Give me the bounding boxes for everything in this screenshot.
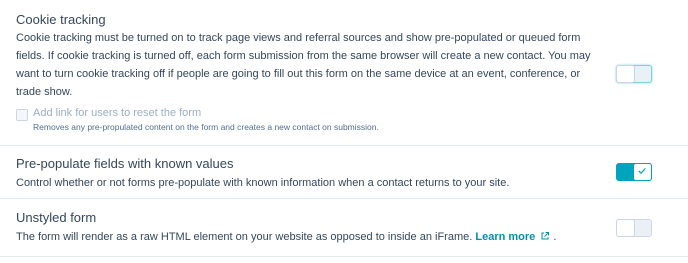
unstyled-form-description-end: . <box>553 231 557 243</box>
toggle-knob <box>617 220 634 236</box>
external-link-icon[interactable] <box>540 231 550 241</box>
learn-more-link[interactable]: Learn more <box>475 231 553 243</box>
unstyled-form-toggle[interactable] <box>616 219 652 237</box>
reset-link-help-text: Removes any pre-propulated content on th… <box>33 122 379 132</box>
unstyled-form-description: The form will render as a raw HTML eleme… <box>16 228 556 246</box>
prepopulate-title: Pre-populate fields with known values <box>16 156 234 171</box>
check-icon <box>638 168 646 174</box>
prepopulate-section: Pre-populate fields with known values Co… <box>0 146 688 199</box>
reset-link-checkbox-label[interactable]: Add link for users to reset the form <box>33 107 201 119</box>
unstyled-form-section: Unstyled form The form will render as a … <box>0 199 688 257</box>
toggle-knob <box>617 66 634 82</box>
cookie-tracking-description-line: Cookie tracking must be turned on to tra… <box>16 32 581 44</box>
learn-more-label[interactable]: Learn more <box>475 231 535 243</box>
cookie-tracking-description-line: fields. If cookie tracking is turned off… <box>16 50 591 62</box>
reset-link-checkbox[interactable] <box>16 109 28 121</box>
prepopulate-description: Control whether or not forms pre-populat… <box>16 177 510 189</box>
cookie-tracking-description-line: want to turn cookie tracking off if peop… <box>16 68 581 80</box>
cookie-tracking-section: Cookie tracking Cookie tracking must be … <box>0 0 688 146</box>
cookie-tracking-toggle[interactable] <box>616 65 652 83</box>
cookie-tracking-title: Cookie tracking <box>16 12 106 27</box>
unstyled-form-description-text: The form will render as a raw HTML eleme… <box>16 231 473 243</box>
prepopulate-toggle[interactable] <box>616 163 652 181</box>
cookie-tracking-description: Cookie tracking must be turned on to tra… <box>16 29 591 101</box>
cookie-tracking-description-line: trade show. <box>16 86 73 98</box>
unstyled-form-title: Unstyled form <box>16 210 97 225</box>
toggle-knob <box>634 164 651 180</box>
